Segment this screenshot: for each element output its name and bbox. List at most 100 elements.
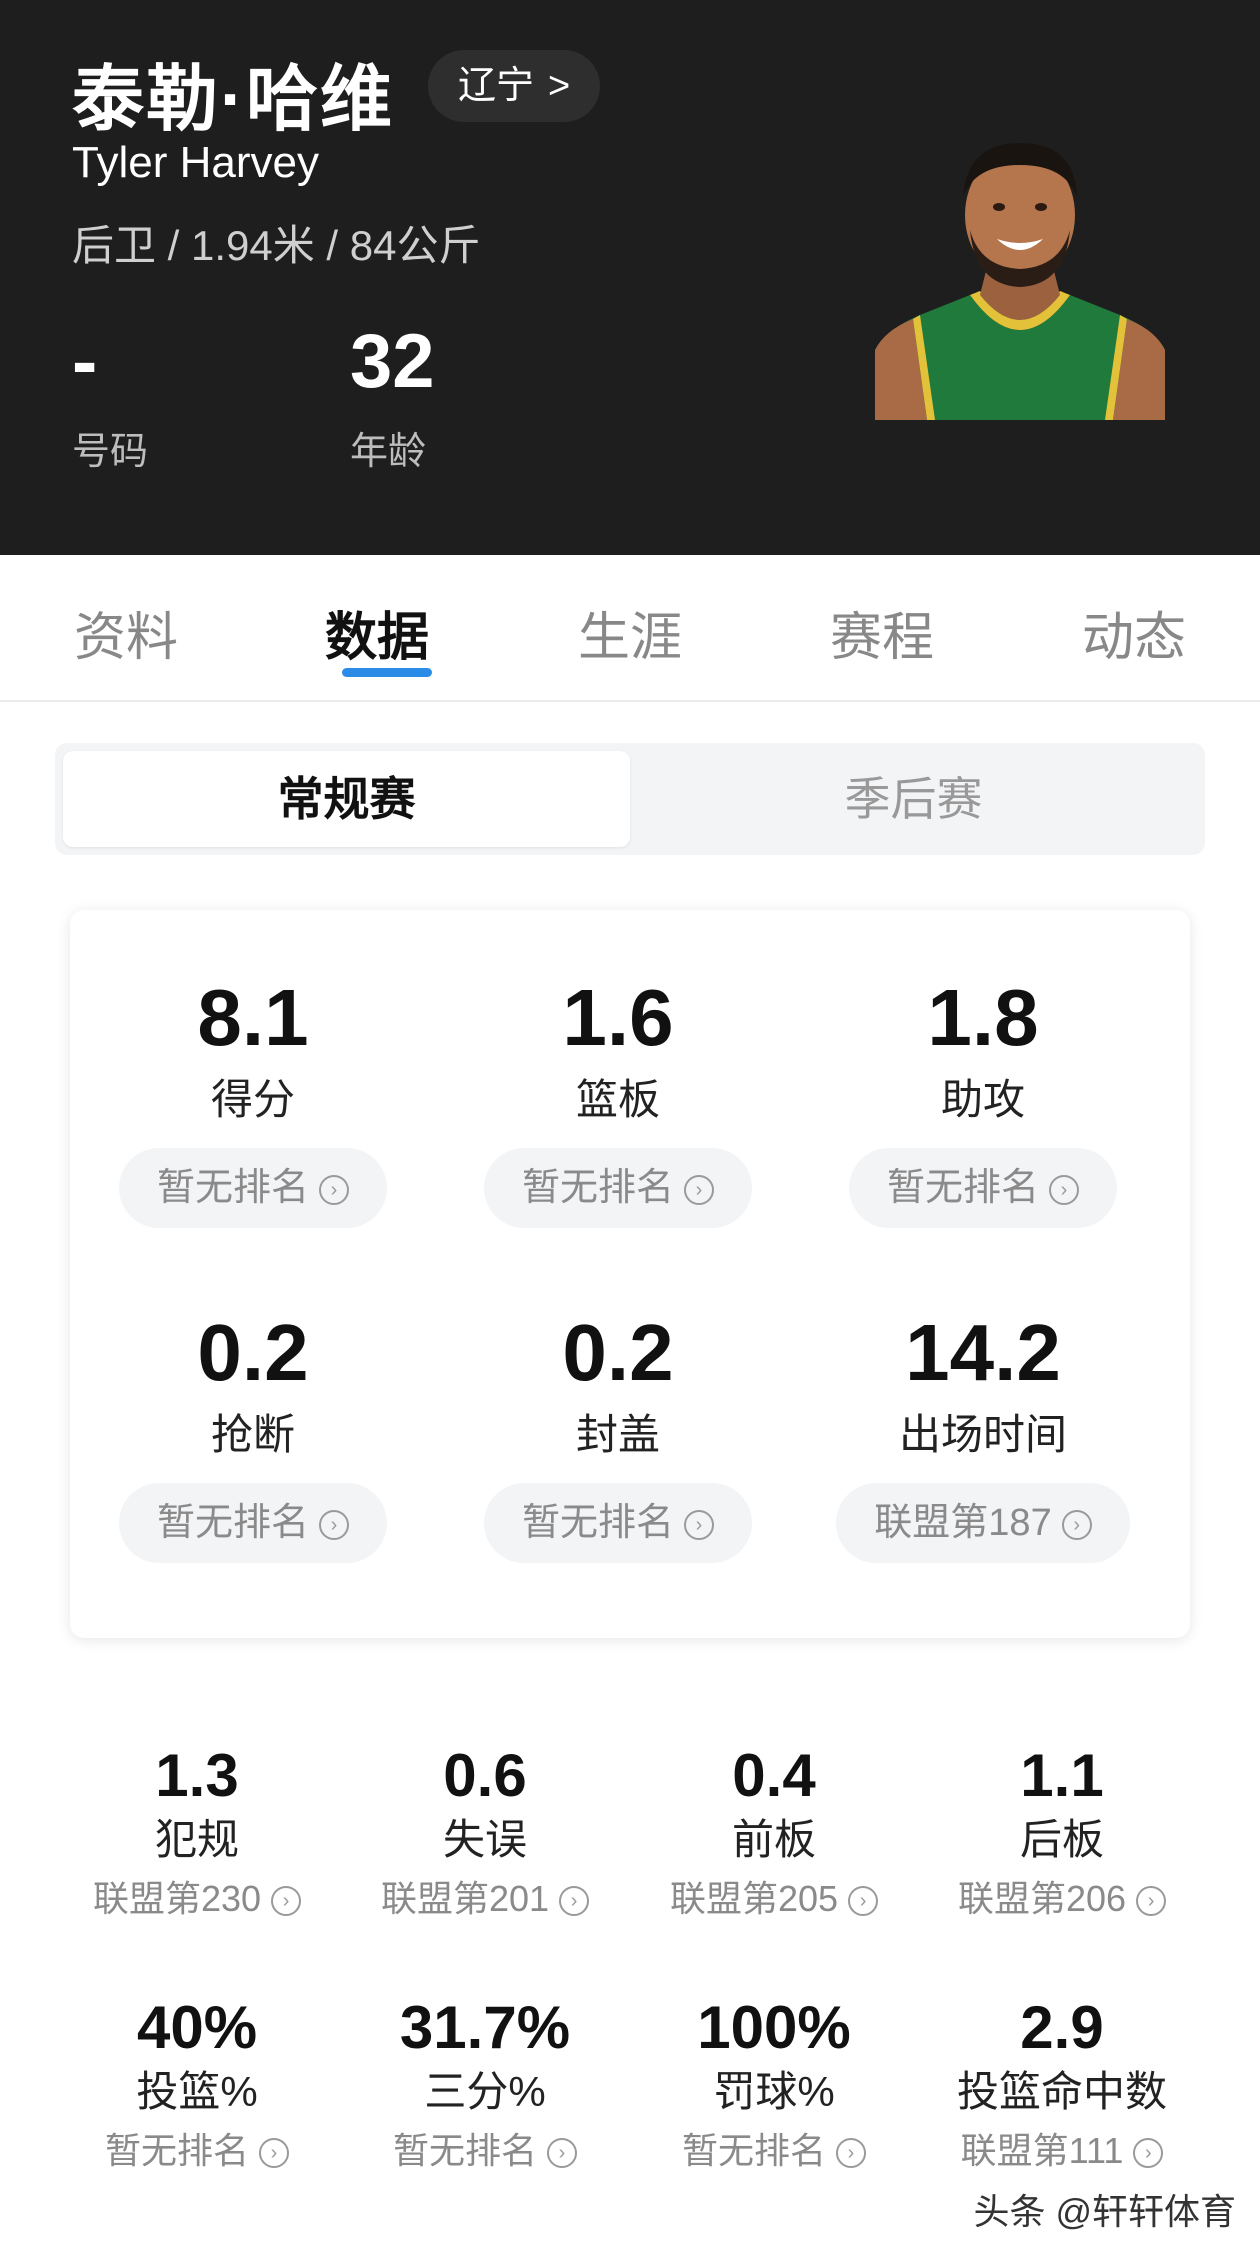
rank-button[interactable]: 暂无排名 › bbox=[483, 1483, 752, 1563]
team-name: 辽宁 bbox=[458, 65, 535, 107]
rank-button[interactable]: 暂无排名 › bbox=[118, 1483, 387, 1563]
rank-link[interactable]: 联盟第111 › bbox=[917, 2128, 1207, 2174]
stat-label: 得分 bbox=[210, 1076, 295, 1123]
stat-value: 8.1 bbox=[197, 973, 309, 1062]
stat-value: 0.2 bbox=[562, 1308, 674, 1397]
rank-text: 暂无排名 bbox=[156, 1502, 309, 1544]
stat-minutes: 14.2 出场时间 联盟第187 › bbox=[800, 1305, 1166, 1563]
rank-text: 暂无排名 bbox=[886, 1167, 1039, 1209]
stat-label: 篮板 bbox=[575, 1076, 660, 1123]
rank-link[interactable]: 联盟第206 › bbox=[917, 1876, 1207, 1922]
playoffs-button[interactable]: 季后赛 bbox=[630, 751, 1197, 847]
info-circle-icon: › bbox=[1136, 1886, 1167, 1917]
stat-value: 1.1 bbox=[1020, 1742, 1104, 1809]
regular-season-button[interactable]: 常规赛 bbox=[63, 751, 630, 847]
stat-fg-pct: 40% 投篮% 暂无排名 › bbox=[52, 1992, 342, 2174]
rank-link[interactable]: 联盟第201 › bbox=[340, 1876, 630, 1922]
info-circle-icon: › bbox=[271, 1886, 302, 1917]
info-circle-icon: › bbox=[684, 1509, 714, 1540]
rank-text: 暂无排名 bbox=[681, 2130, 826, 2171]
stat-label: 犯规 bbox=[154, 1816, 239, 1863]
info-circle-icon: › bbox=[559, 1886, 590, 1917]
stat-label: 三分% bbox=[424, 2068, 546, 2115]
rank-button[interactable]: 暂无排名 › bbox=[848, 1148, 1117, 1228]
rank-button[interactable]: 联盟第187 › bbox=[836, 1483, 1130, 1563]
player-english-name: Tyler Harvey bbox=[72, 138, 319, 187]
age-value: 32 bbox=[350, 319, 435, 404]
stat-label: 前板 bbox=[731, 1816, 816, 1863]
stat-value: 2.9 bbox=[1020, 1994, 1104, 2061]
stat-value: 40% bbox=[136, 1994, 258, 2061]
stat-value: 0.4 bbox=[732, 1742, 816, 1809]
info-circle-icon: › bbox=[1061, 1509, 1092, 1540]
stat-ft-pct: 100% 罚球% 暂无排名 › bbox=[629, 1992, 919, 2174]
rank-button[interactable]: 暂无排名 › bbox=[118, 1148, 387, 1228]
info-circle-icon: › bbox=[319, 1509, 349, 1540]
season-type-toggle: 常规赛 季后赛 bbox=[55, 743, 1205, 855]
stat-label: 后板 bbox=[1019, 1816, 1104, 1863]
rank-text: 联盟第201 bbox=[380, 1878, 550, 1919]
team-link-button[interactable]: 辽宁 > bbox=[428, 50, 601, 122]
stat-value: 0.6 bbox=[443, 1742, 527, 1809]
stat-value: 1.6 bbox=[562, 973, 674, 1062]
stat-value: 1.8 bbox=[927, 973, 1039, 1062]
rank-link[interactable]: 暂无排名 › bbox=[340, 2128, 630, 2174]
tab-schedule[interactable]: 赛程 bbox=[782, 595, 982, 670]
rank-text: 联盟第111 bbox=[960, 2130, 1124, 2171]
rank-link[interactable]: 暂无排名 › bbox=[52, 2128, 342, 2174]
age-label: 年龄 bbox=[350, 431, 427, 473]
stat-label: 失误 bbox=[442, 1816, 527, 1863]
stat-label: 投篮命中数 bbox=[956, 2068, 1167, 2115]
rank-link[interactable]: 暂无排名 › bbox=[629, 2128, 919, 2174]
stat-offensive-rebounds: 0.4 前板 联盟第205 › bbox=[629, 1740, 919, 1922]
info-circle-icon: › bbox=[259, 2138, 289, 2169]
tab-profile[interactable]: 资料 bbox=[26, 595, 226, 670]
rank-text: 暂无排名 bbox=[104, 2130, 249, 2171]
stat-label: 罚球% bbox=[713, 2068, 835, 2115]
rank-button[interactable]: 暂无排名 › bbox=[483, 1148, 752, 1228]
info-circle-icon: › bbox=[1133, 2138, 1164, 2169]
info-circle-icon: › bbox=[319, 1174, 349, 1205]
rank-text: 联盟第187 bbox=[874, 1502, 1052, 1544]
player-header: 泰勒·哈维 辽宁 > Tyler Harvey 后卫 / 1.94米 / 84公斤… bbox=[0, 0, 1260, 555]
chevron-right-icon: > bbox=[548, 65, 571, 107]
stat-defensive-rebounds: 1.1 后板 联盟第206 › bbox=[917, 1740, 1207, 1922]
stat-label: 抢断 bbox=[210, 1411, 295, 1458]
rank-text: 暂无排名 bbox=[392, 2130, 537, 2171]
rank-link[interactable]: 联盟第205 › bbox=[629, 1876, 919, 1922]
jersey-number-label: 号码 bbox=[72, 431, 149, 473]
stat-3pt-pct: 31.7% 三分% 暂无排名 › bbox=[340, 1992, 630, 2174]
source-watermark: 头条 @轩轩体育 bbox=[973, 2191, 1236, 2232]
rank-text: 联盟第230 bbox=[92, 1878, 262, 1919]
rank-text: 暂无排名 bbox=[521, 1167, 674, 1209]
stat-value: 100% bbox=[697, 1994, 851, 2061]
player-avatar bbox=[875, 143, 1165, 420]
stat-value: 31.7% bbox=[399, 1994, 571, 2061]
stat-value: 0.2 bbox=[197, 1308, 309, 1397]
info-circle-icon: › bbox=[848, 1886, 879, 1917]
rank-link[interactable]: 联盟第230 › bbox=[52, 1876, 342, 1922]
stat-value: 14.2 bbox=[905, 1308, 1061, 1397]
stat-value: 1.3 bbox=[155, 1742, 239, 1809]
stat-label: 助攻 bbox=[940, 1076, 1025, 1123]
jersey-number-value: - bbox=[72, 319, 98, 404]
rank-text: 暂无排名 bbox=[156, 1167, 309, 1209]
tab-bar: 资料 数据 生涯 赛程 动态 bbox=[0, 555, 1260, 702]
stat-steals: 0.2 抢断 暂无排名 › bbox=[70, 1305, 436, 1563]
tab-career[interactable]: 生涯 bbox=[530, 595, 730, 670]
stat-label: 出场时间 bbox=[898, 1411, 1067, 1458]
info-circle-icon: › bbox=[547, 2138, 577, 2169]
info-circle-icon: › bbox=[684, 1174, 714, 1205]
stat-label: 投篮% bbox=[136, 2068, 258, 2115]
rank-text: 联盟第205 bbox=[669, 1878, 839, 1919]
stat-fouls: 1.3 犯规 联盟第230 › bbox=[52, 1740, 342, 1922]
stat-blocks: 0.2 封盖 暂无排名 › bbox=[435, 1305, 801, 1563]
tab-stats[interactable]: 数据 bbox=[277, 595, 477, 670]
player-bio: 后卫 / 1.94米 / 84公斤 bbox=[72, 222, 481, 269]
info-circle-icon: › bbox=[1049, 1174, 1079, 1205]
stat-assists: 1.8 助攻 暂无排名 › bbox=[800, 970, 1166, 1228]
stat-turnovers: 0.6 失误 联盟第201 › bbox=[340, 1740, 630, 1922]
tab-news[interactable]: 动态 bbox=[1034, 595, 1234, 670]
stat-rebounds: 1.6 篮板 暂无排名 › bbox=[435, 970, 801, 1228]
player-name: 泰勒·哈维 bbox=[72, 60, 394, 140]
